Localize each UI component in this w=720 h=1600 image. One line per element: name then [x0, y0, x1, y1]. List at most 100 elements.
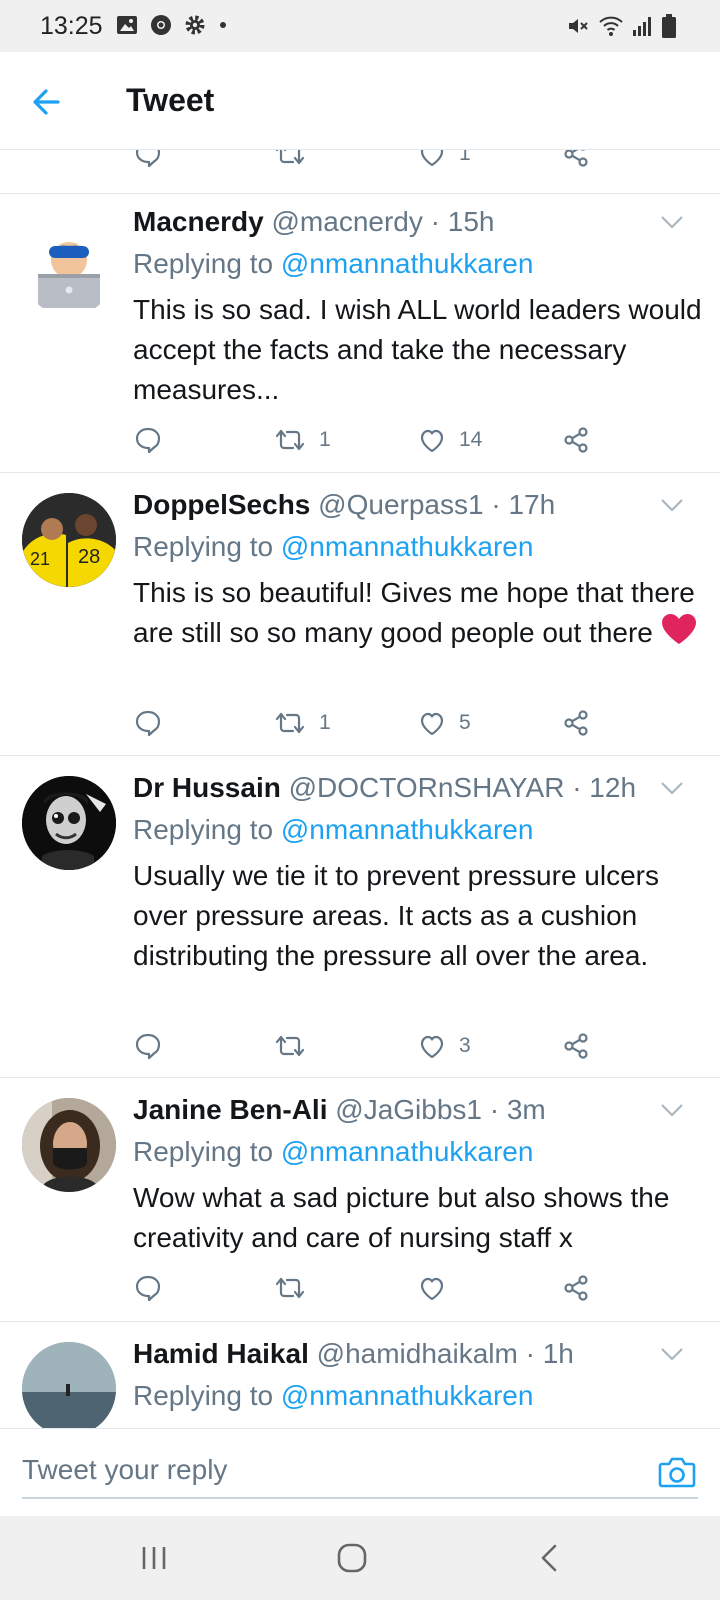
back-button[interactable] [28, 82, 68, 122]
red-heart-emoji-icon [661, 613, 697, 656]
mention-link[interactable]: @nmannathukkaren [281, 1380, 534, 1411]
tweet-text-content: This is so beautiful! Gives me hope that… [133, 577, 695, 648]
heart-icon [420, 712, 444, 736]
chevron-down-icon [661, 1348, 683, 1361]
retweet-button[interactable] [273, 150, 307, 174]
share-button[interactable] [561, 150, 591, 174]
tweet-menu-button[interactable] [660, 780, 684, 796]
reply-button[interactable] [133, 420, 163, 460]
settings-icon [184, 14, 206, 36]
top-bar: Tweet [0, 52, 720, 150]
retweet-icon [275, 150, 305, 165]
reply-button[interactable] [133, 703, 163, 743]
tweet[interactable]: Hamid Haikal @hamidhaikalm · 1h Replying… [0, 1322, 720, 1428]
like-button[interactable] [417, 1268, 447, 1308]
heart-icon [420, 1035, 444, 1059]
heart-icon [420, 429, 444, 453]
recent-apps-icon [142, 1547, 166, 1569]
retweet-button[interactable] [273, 1268, 307, 1308]
replying-label: Replying to [133, 1136, 274, 1167]
tweet-actions: 1 14 [133, 420, 613, 460]
like-button[interactable]: 5 [417, 703, 471, 743]
previous-tweet-actions: 1 [0, 150, 720, 194]
replying-label: Replying to [133, 531, 274, 562]
mention-link[interactable]: @nmannathukkaren [281, 1136, 534, 1167]
reply-icon [135, 1275, 161, 1302]
camera-button[interactable] [656, 1451, 698, 1493]
replying-label: Replying to [133, 248, 274, 279]
recent-apps-button[interactable] [132, 1536, 176, 1580]
tweet-text: This is so beautiful! Gives me hope that… [133, 573, 703, 656]
share-button[interactable] [561, 703, 591, 743]
reply-button[interactable] [133, 1026, 163, 1066]
reply-button[interactable] [133, 150, 163, 174]
tweet[interactable]: Janine Ben-Ali @JaGibbs1 · 3m Replying t… [0, 1078, 720, 1322]
avatar[interactable]: 21 28 [22, 493, 116, 587]
retweet-button[interactable]: 1 [273, 703, 331, 743]
handle-and-time: @hamidhaikalm · 1h [316, 1338, 574, 1369]
replying-to: Replying to @nmannathukkaren [133, 1380, 533, 1412]
replying-label: Replying to [133, 814, 274, 845]
home-button[interactable] [330, 1536, 374, 1580]
tweet-menu-button[interactable] [660, 497, 684, 513]
mention-link[interactable]: @nmannathukkaren [281, 248, 534, 279]
tweet-header: DoppelSechs @Querpass1 · 17h [133, 489, 555, 521]
like-button[interactable]: 14 [417, 420, 482, 460]
share-icon [564, 1033, 588, 1059]
retweet-button[interactable]: 1 [273, 420, 331, 460]
avatar[interactable] [22, 776, 116, 870]
mention-link[interactable]: @nmannathukkaren [281, 531, 534, 562]
dot-icon [218, 20, 228, 30]
reply-button[interactable] [133, 1268, 163, 1308]
status-notification-icons [116, 14, 228, 36]
display-name[interactable]: DoppelSechs [133, 489, 310, 520]
handle-and-time: @Querpass1 · 17h [318, 489, 556, 520]
retweet-count: 1 [319, 428, 331, 451]
home-icon [337, 1543, 367, 1573]
replying-label: Replying to [133, 1380, 274, 1411]
battery-icon [662, 14, 676, 38]
tweet[interactable]: Macnerdy @macnerdy · 15h Replying to @nm… [0, 190, 720, 473]
like-count: 1 [459, 150, 471, 165]
display-name[interactable]: Janine Ben-Ali [133, 1094, 327, 1125]
tweet-text: Usually we tie it to prevent pressure ul… [133, 860, 659, 971]
tweet-menu-button[interactable] [660, 1346, 684, 1362]
camera-icon [658, 1457, 696, 1488]
retweet-count: 1 [319, 711, 331, 734]
tweet-menu-button[interactable] [660, 214, 684, 230]
retweet-icon [275, 1277, 305, 1299]
replying-to: Replying to @nmannathukkaren [133, 1136, 533, 1168]
replying-to: Replying to @nmannathukkaren [133, 814, 533, 846]
tweet-header: Dr Hussain @DOCTORnSHAYAR · 12h [133, 772, 636, 804]
like-button[interactable]: 1 [417, 150, 471, 174]
reply-feed[interactable]: 1 Macnerdy @macnerdy · 15h Replying to @… [0, 150, 720, 1428]
avatar[interactable] [22, 222, 116, 316]
like-button[interactable]: 3 [417, 1026, 471, 1066]
tweet-header: Hamid Haikal @hamidhaikalm · 1h [133, 1338, 574, 1370]
share-button[interactable] [561, 1268, 591, 1308]
avatar[interactable] [22, 1098, 116, 1192]
handle-and-time: @JaGibbs1 · 3m [335, 1094, 546, 1125]
system-back-button[interactable] [528, 1536, 572, 1580]
tweet[interactable]: 21 28 DoppelSechs @Querpass1 · 17h Replyi… [0, 473, 720, 756]
replying-to: Replying to @nmannathukkaren [133, 531, 533, 563]
back-chevron-icon [541, 1544, 557, 1572]
share-button[interactable] [561, 420, 591, 460]
share-icon [564, 150, 588, 167]
like-count: 3 [459, 1034, 471, 1057]
page-title: Tweet [126, 82, 215, 118]
avatar[interactable] [22, 1342, 116, 1428]
tweet-actions [133, 1268, 613, 1308]
reply-input[interactable] [22, 1443, 698, 1499]
display-name[interactable]: Dr Hussain [133, 772, 281, 803]
chevron-down-icon [661, 782, 683, 795]
mention-link[interactable]: @nmannathukkaren [281, 814, 534, 845]
display-name[interactable]: Macnerdy [133, 206, 264, 237]
share-button[interactable] [561, 1026, 591, 1066]
chevron-down-icon [661, 216, 683, 229]
tweet-menu-button[interactable] [660, 1102, 684, 1118]
retweet-button[interactable] [273, 1026, 319, 1066]
tweet[interactable]: Dr Hussain @DOCTORnSHAYAR · 12h Replying… [0, 756, 720, 1078]
reply-composer [0, 1428, 720, 1516]
display-name[interactable]: Hamid Haikal [133, 1338, 309, 1369]
